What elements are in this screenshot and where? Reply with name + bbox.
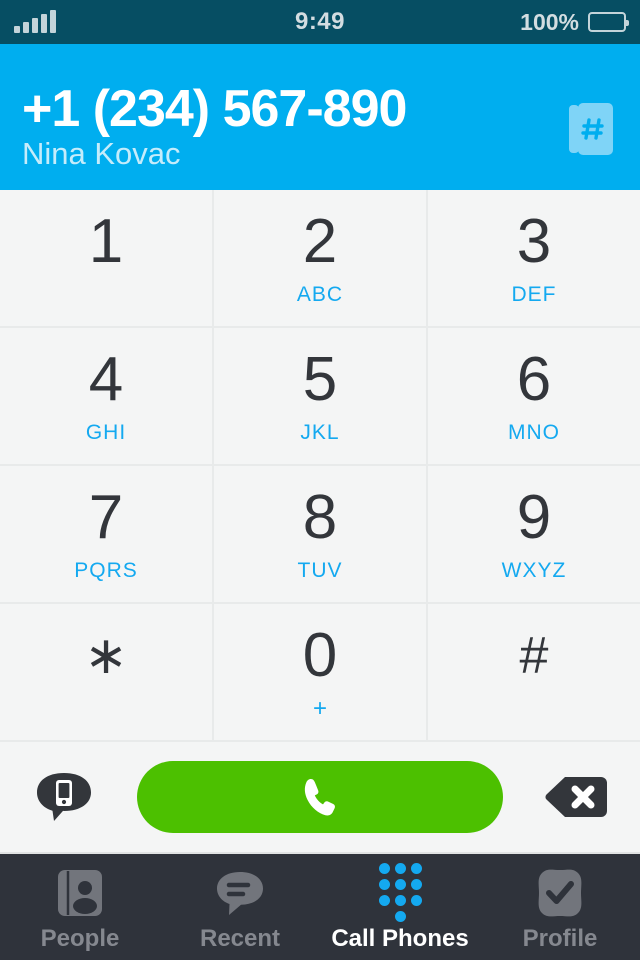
tab-label: Profile <box>522 924 598 952</box>
status-bar: 9:49 100% <box>0 0 640 44</box>
tab-recent[interactable]: Recent <box>160 854 320 960</box>
key-digit: # <box>519 626 549 685</box>
key-digit: 3 <box>516 206 552 276</box>
dialpad-grid: 1 2 ABC 3 DEF 4 GHI 5 JKL 6 MNO 7 PQRS 8… <box>0 190 640 742</box>
action-bar <box>0 742 640 854</box>
key-0[interactable]: 0 + <box>214 604 426 740</box>
tab-label: People <box>40 924 120 952</box>
dialer-header: +1 (234) 567-890 Nina Kovac <box>0 44 640 190</box>
backspace-delete-icon[interactable] <box>544 765 608 829</box>
key-letters: ABC <box>296 282 344 306</box>
key-digit: ∗ <box>84 626 128 685</box>
tab-profile[interactable]: Profile <box>480 854 640 960</box>
key-letters: PQRS <box>74 558 138 582</box>
key-8[interactable]: 8 TUV <box>214 466 426 602</box>
phone-handset-icon <box>304 778 335 816</box>
tab-label: Recent <box>199 924 281 952</box>
key-letters: TUV <box>297 558 343 582</box>
battery-percent-label: 100% <box>520 8 579 35</box>
battery-full-icon <box>588 12 629 32</box>
key-6[interactable]: 6 MNO <box>428 328 640 464</box>
check-badge-icon <box>535 868 585 918</box>
contact-name-label: Nina Kovac <box>22 136 181 171</box>
key-letters: DEF <box>511 282 557 306</box>
key-9[interactable]: 9 WXYZ <box>428 466 640 602</box>
phone-number-display[interactable]: +1 (234) 567-890 <box>22 80 560 138</box>
key-letters: GHI <box>85 420 127 444</box>
contacts-book-hash-icon[interactable] <box>560 98 622 160</box>
tab-label: Call Phones <box>331 924 469 952</box>
tab-call-phones[interactable]: Call Phones <box>320 854 480 960</box>
call-button[interactable] <box>137 761 503 833</box>
key-digit: 8 <box>302 482 338 552</box>
key-digit: 5 <box>302 344 338 414</box>
key-letters: JKL <box>300 420 340 444</box>
key-digit: 6 <box>516 344 552 414</box>
key-letters: WXYZ <box>501 558 567 582</box>
key-1[interactable]: 1 <box>0 190 212 326</box>
dialpad-dots-icon <box>378 863 422 922</box>
key-4[interactable]: 4 GHI <box>0 328 212 464</box>
sms-phone-bubble-icon[interactable] <box>32 765 96 829</box>
key-letters: MNO <box>508 420 560 444</box>
key-digit: 9 <box>516 482 552 552</box>
contact-card-icon <box>56 868 104 918</box>
chat-bubble-icon <box>215 868 265 918</box>
key-digit: 4 <box>88 344 124 414</box>
key-star[interactable]: ∗ <box>0 604 212 740</box>
key-digit: 7 <box>88 482 124 552</box>
status-bar-right: 100% <box>520 8 629 36</box>
key-2[interactable]: 2 ABC <box>214 190 426 326</box>
key-7[interactable]: 7 PQRS <box>0 466 212 602</box>
key-digit: 2 <box>302 206 338 276</box>
key-letters: + <box>312 694 327 722</box>
key-digit: 1 <box>88 206 124 276</box>
key-digit: 0 <box>302 620 338 690</box>
key-5[interactable]: 5 JKL <box>214 328 426 464</box>
bottom-tab-bar: People Recent Call Phones Profile <box>0 854 640 960</box>
tab-people[interactable]: People <box>0 854 160 960</box>
dialer-header-text: +1 (234) 567-890 Nina Kovac <box>22 44 560 172</box>
key-hash[interactable]: # <box>428 604 640 740</box>
key-3[interactable]: 3 DEF <box>428 190 640 326</box>
